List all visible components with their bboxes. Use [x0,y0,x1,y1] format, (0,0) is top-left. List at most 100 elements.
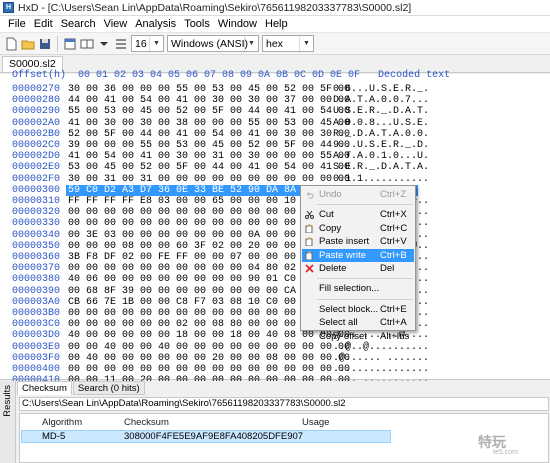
menu-tools[interactable]: Tools [180,16,214,33]
hex-row[interactable]: 000002E0 53 00 45 00 52 00 5F 00 44 00 41… [0,162,550,173]
hex-row[interactable]: 00000350 00 00 00 08 00 00 60 3F 02 00 20… [0,241,550,252]
context-item-shortcut: Ctrl+V [380,236,407,248]
offset-base-value: hex [266,37,283,50]
tile-windows-icon[interactable] [80,37,94,51]
context-item-label: Select all [319,317,358,329]
menu-bar: File Edit Search View Analysis Tools Win… [0,16,550,33]
tab-checksum[interactable]: Checksum [17,381,72,395]
hex-row[interactable]: 00000380 40 06 00 00 00 00 00 00 00 00 90… [0,274,550,285]
context-item-cut[interactable]: Cut Ctrl+X [302,208,414,221]
context-item-label: Copy offset [319,330,367,342]
context-item-select-block[interactable]: Select block... Ctrl+E [302,303,414,316]
algorithm-cell: MD-5 [42,431,66,442]
offset-cell: 00000380 [12,274,61,286]
tab-search[interactable]: Search (0 hits) [72,381,145,395]
hxd-app-icon: H [3,2,14,13]
column-usage[interactable]: Usage [302,417,329,428]
hex-row[interactable]: 000002B0 52 00 5F 00 44 00 41 00 54 00 41… [0,129,550,140]
context-item-paste-write[interactable]: Paste write Ctrl+B [302,248,414,262]
hex-row[interactable]: 00000310 FF FF FF FF E8 03 00 00 65 00 00… [0,196,550,207]
hex-row[interactable]: 00000370 00 00 00 00 00 00 00 00 00 00 04… [0,263,550,274]
context-item-copy-offset[interactable]: Copy offset Alt+Ins [302,330,414,343]
menu-file[interactable]: File [4,16,30,33]
chevron-down-icon: ▼ [244,36,258,51]
undo-icon [305,190,314,199]
hex-bytes: 55 00 53 00 45 00 52 00 5F 00 44 00 41 0… [68,106,351,118]
toolbar-separator [57,35,58,52]
decoded-text: S.E.R._.D.A.T.A. [333,162,430,174]
hex-row-selected[interactable]: 00000300 59 C0 D2 A3 D7 36 0E 33 BE 52 90… [0,184,550,196]
context-item-shortcut: Ctrl+B [380,249,407,261]
dropdown-arrow-icon[interactable] [97,37,111,51]
title-bar: H HxD - [C:\Users\Sean Lin\AppData\Roami… [0,0,550,16]
hex-row[interactable]: 000002D0 41 00 54 00 41 00 30 00 31 00 30… [0,151,550,162]
column-checksum[interactable]: Checksum [124,417,169,428]
new-file-icon[interactable] [4,37,18,51]
hex-row[interactable]: 000003C0 00 00 00 00 00 00 02 00 08 80 00… [0,319,550,330]
offset-cell: 000002D0 [12,151,61,163]
offset-cell: 00000390 [12,285,61,297]
hex-row[interactable]: 000003D0 40 00 00 00 00 00 18 00 00 18 00… [0,330,550,341]
menu-edit[interactable]: Edit [30,16,57,33]
offset-cell: 00000280 [12,95,61,107]
hex-row[interactable]: 00000330 00 00 00 00 00 00 00 00 00 00 00… [0,218,550,229]
delete-icon [305,264,314,273]
hex-row[interactable]: 00000320 00 00 00 00 00 00 00 00 00 00 00… [0,207,550,218]
menu-search[interactable]: Search [57,16,100,33]
offset-cell: 00000290 [12,106,61,118]
offset-cell: 000003A0 [12,296,61,308]
context-item-shortcut: Alt+Ins [380,330,410,342]
hex-row[interactable]: 00000360 3B F8 DF 02 00 FE FF 00 00 07 00… [0,252,550,263]
results-side-tab[interactable]: Results [0,381,16,463]
hex-row[interactable]: 00000270 30 00 36 00 00 00 55 00 53 00 45… [0,84,550,95]
hex-bytes: 52 00 5F 00 44 00 41 00 54 00 41 00 30 0… [68,128,351,140]
hex-row[interactable]: 00000390 00 68 8F 39 00 00 00 00 00 00 00… [0,286,550,297]
context-item-label: Paste write [319,249,366,261]
offset-cell: 000003E0 [12,341,61,353]
paste-icon [305,237,314,247]
decoded-text: 0.6...U.S.E.R._. [333,84,430,95]
menu-window[interactable]: Window [214,16,261,33]
decoded-text: .@...... ....... [333,352,430,364]
offset-cell: 00000400 [12,364,61,375]
context-item-select-all[interactable]: Select all Ctrl+A [302,316,414,329]
context-item-label: Paste insert [319,236,370,248]
context-item-undo[interactable]: Undo Ctrl+Z [302,188,414,201]
save-icon[interactable] [38,37,52,51]
hex-row[interactable]: 000003A0 CB 66 7E 1B 00 00 C8 F7 03 08 10… [0,297,550,308]
column-algorithm[interactable]: Algorithm [42,417,82,428]
hex-row[interactable]: 000002A0 41 00 30 00 30 00 38 00 00 00 55… [0,118,550,129]
hex-row[interactable]: 000002C0 39 00 00 00 55 00 53 00 45 00 52… [0,140,550,151]
window-icon[interactable] [63,37,77,51]
context-item-fill-selection[interactable]: Fill selection... [302,282,414,295]
chevron-down-icon: ▼ [299,36,313,51]
menu-view[interactable]: View [100,16,132,33]
hex-row[interactable]: 000003B0 00 00 00 00 00 00 00 00 00 00 00… [0,308,550,319]
context-item-copy[interactable]: Copy Ctrl+C [302,222,414,235]
hex-row[interactable]: 00000340 00 3E 03 00 00 00 00 00 00 00 0A… [0,230,550,241]
bytes-per-row-select[interactable]: 16 ▼ [131,35,164,52]
decoded-text: ................ [333,364,430,375]
hex-row[interactable]: 000002F0 30 00 31 00 31 00 00 00 00 00 00… [0,174,550,185]
offset-cell: 00000340 [12,229,61,241]
menu-analysis[interactable]: Analysis [131,16,180,33]
offset-base-select[interactable]: hex ▼ [262,35,314,52]
context-item-label: Cut [319,209,334,221]
decoded-text: 0.1.1........... [333,173,430,185]
menu-help[interactable]: Help [261,16,292,33]
charset-select[interactable]: Windows (ANSI) ▼ [167,35,259,52]
hex-row[interactable]: 000003E0 00 00 40 00 00 40 00 00 00 00 00… [0,342,550,353]
hex-row[interactable]: 00000280 44 00 41 00 54 00 41 00 30 00 30… [0,95,550,106]
context-item-label: Select block... [319,303,379,315]
context-item-delete[interactable]: Delete Del [302,262,414,275]
hex-row[interactable]: 00000400 00 00 00 00 00 00 00 00 00 00 00… [0,364,550,375]
open-folder-icon[interactable] [21,37,35,51]
context-item-shortcut: Ctrl+Z [380,189,407,200]
results-tabs: Checksum Search (0 hits) [17,381,146,395]
offset-cell: 000002E0 [12,162,61,174]
toolbar: 16 ▼ Windows (ANSI) ▼ hex ▼ [0,33,550,55]
column-header: Offset(h) 00 01 02 03 04 05 06 07 08 09 … [0,70,550,84]
hex-row[interactable]: 000003F0 00 40 00 00 00 00 00 00 20 00 00… [0,353,550,364]
hex-row[interactable]: 00000290 55 00 53 00 45 00 52 00 5F 00 44… [0,106,550,117]
context-item-paste-insert[interactable]: Paste insert Ctrl+V [302,235,414,248]
